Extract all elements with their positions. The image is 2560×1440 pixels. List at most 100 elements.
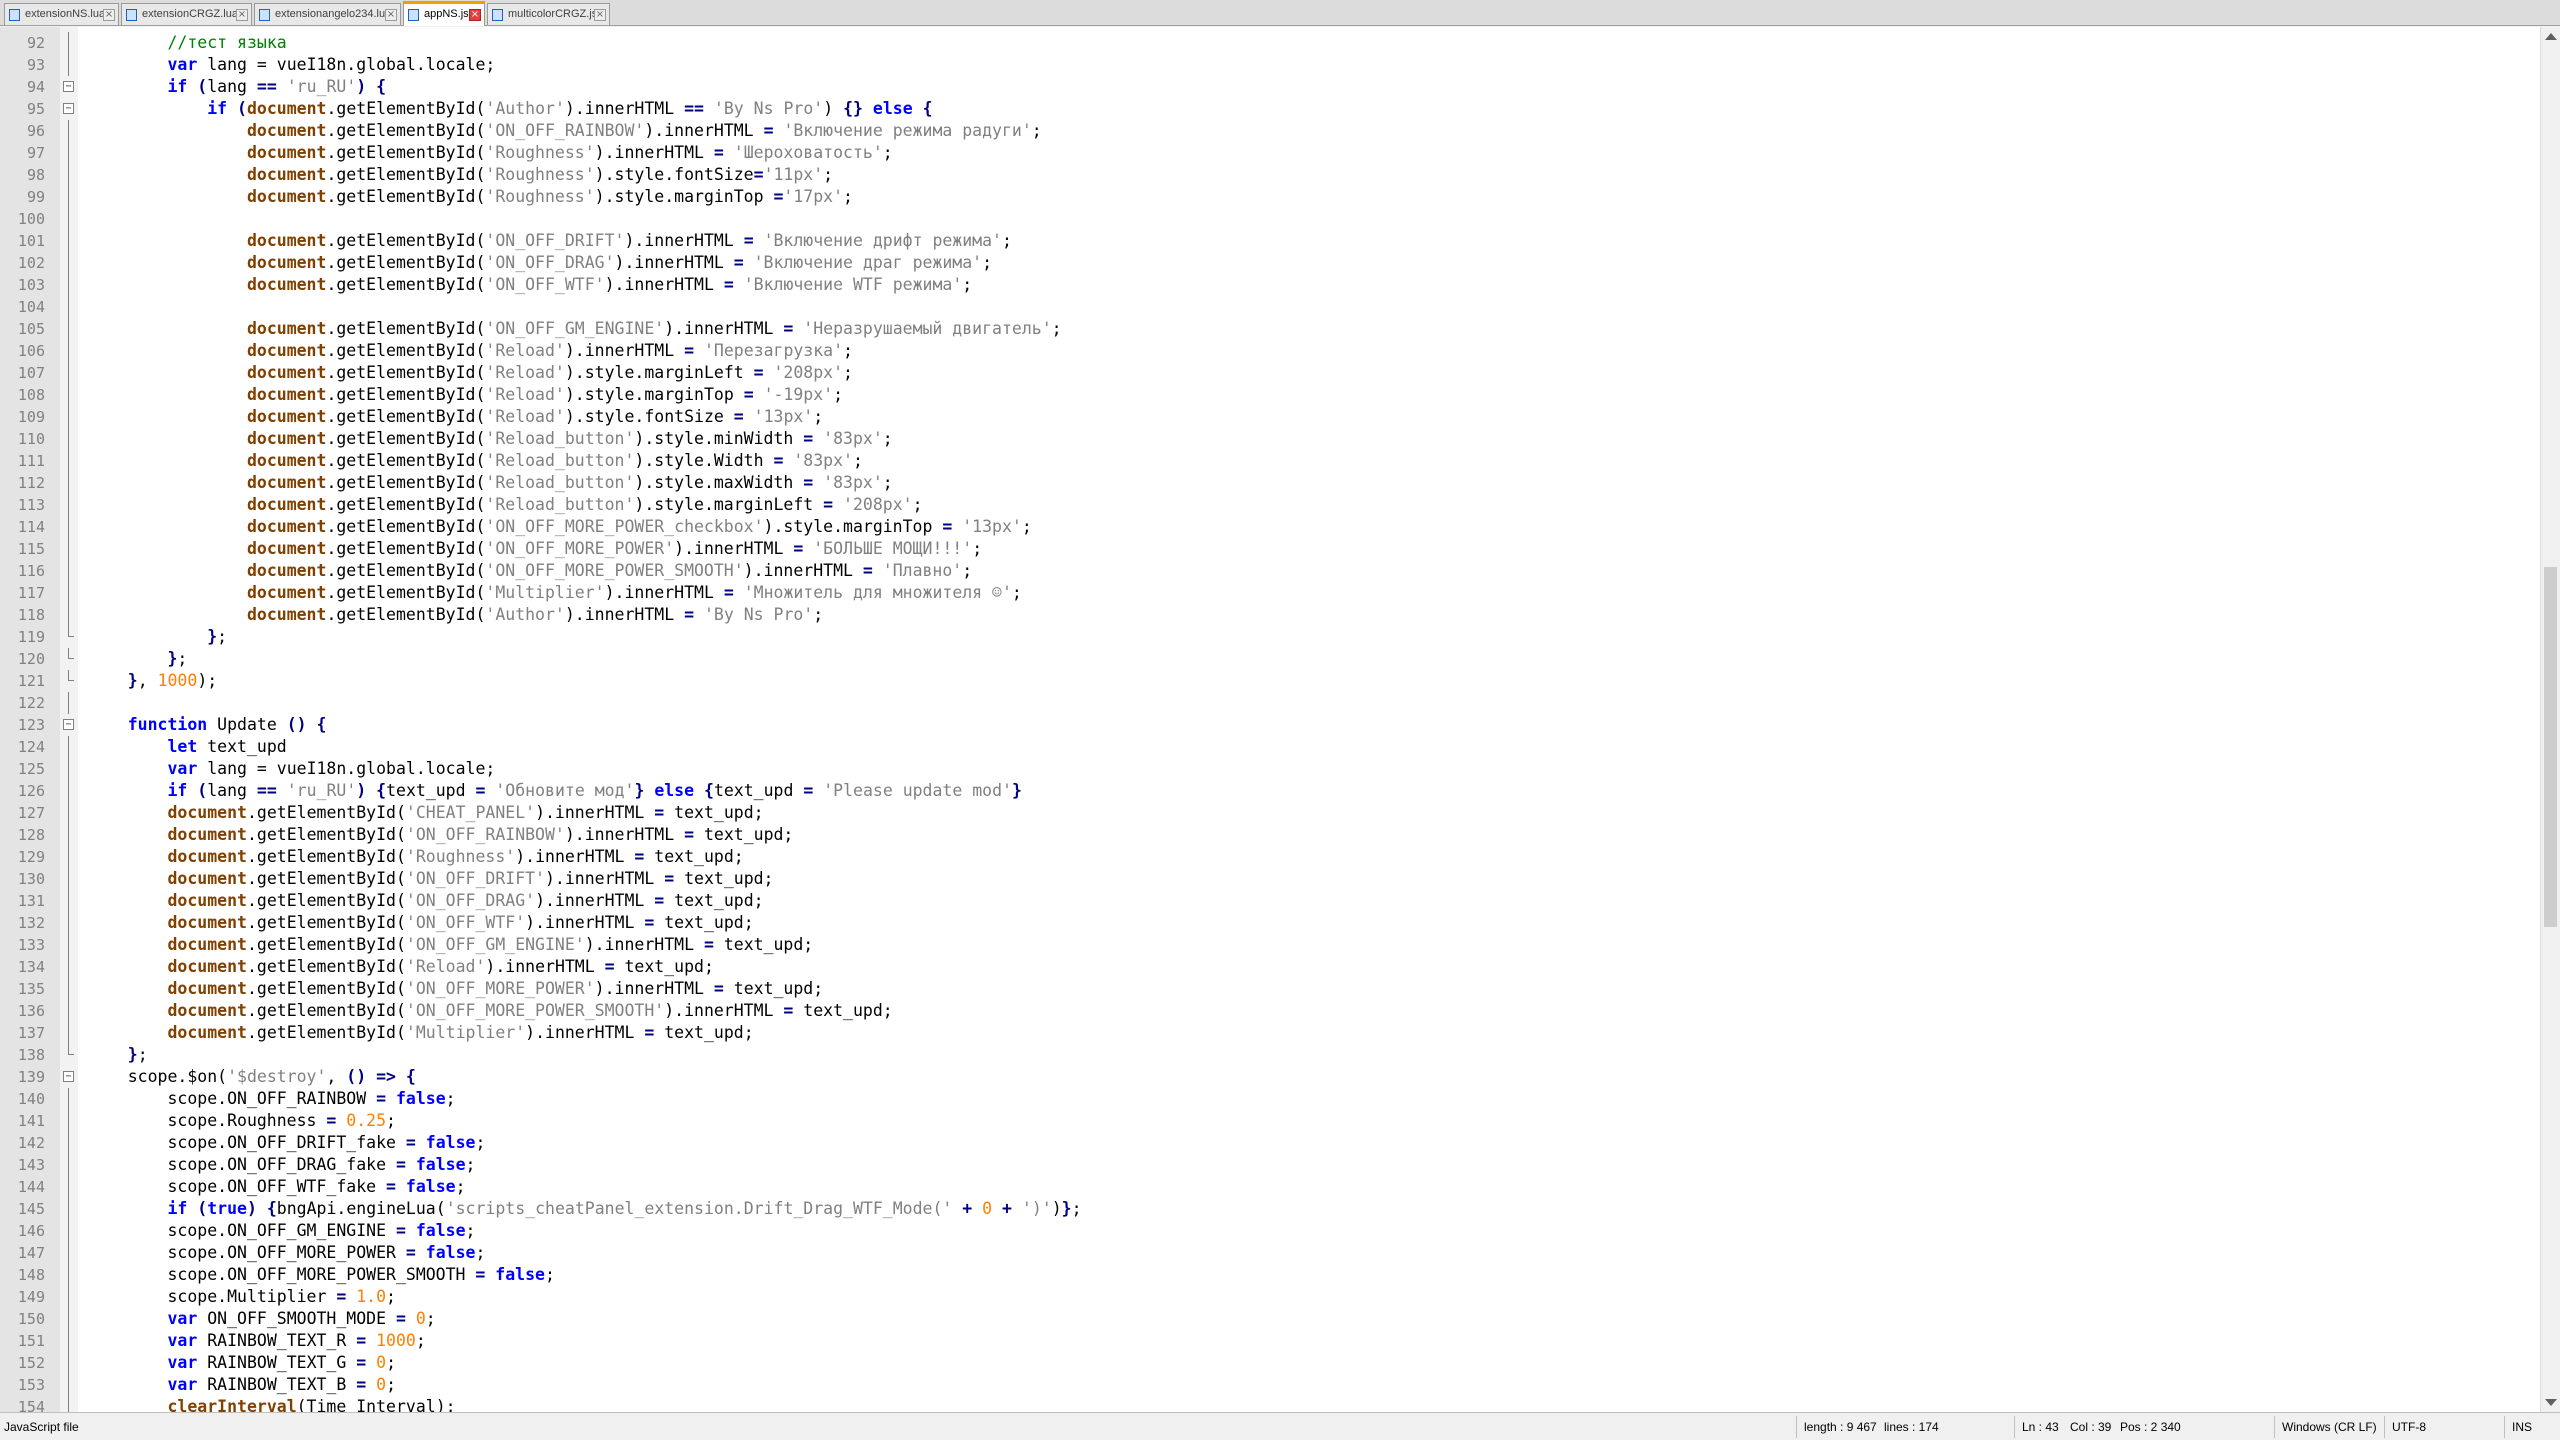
fold-line-marker <box>68 1132 69 1154</box>
code-token: ; <box>1071 1199 1082 1218</box>
code-line[interactable]: 123 − function Update () { <box>0 714 2540 736</box>
code-line[interactable]: 129 document.getElementById('Roughness')… <box>0 846 2540 868</box>
code-line[interactable]: 96 document.getElementById('ON_OFF_RAINB… <box>0 120 2540 142</box>
code-line[interactable]: 107 document.getElementById('Reload').st… <box>0 362 2540 384</box>
code-line[interactable]: 118 document.getElementById('Author').in… <box>0 604 2540 626</box>
tab-extensionangelo234-lua[interactable]: extensionangelo234.lua × <box>254 3 401 25</box>
line-number: 142 <box>17 1134 45 1152</box>
code-line[interactable]: 112 document.getElementById('Reload_butt… <box>0 472 2540 494</box>
code-line[interactable]: 102 document.getElementById('ON_OFF_DRAG… <box>0 252 2540 274</box>
scroll-down-icon[interactable] <box>2545 1399 2557 1406</box>
fold-toggle-icon[interactable]: − <box>63 81 74 92</box>
code-line[interactable]: 104 <box>0 296 2540 318</box>
close-icon[interactable]: × <box>236 9 248 21</box>
close-icon[interactable]: × <box>469 9 481 21</box>
code-line[interactable]: 101 document.getElementById('ON_OFF_DRIF… <box>0 230 2540 252</box>
code-line[interactable]: 92 //тест языка <box>0 32 2540 54</box>
fold-toggle-icon[interactable]: − <box>63 103 74 114</box>
code-line[interactable]: 145 if (true) {bngApi.engineLua('scripts… <box>0 1198 2540 1220</box>
code-line[interactable]: 134 document.getElementById('Reload').in… <box>0 956 2540 978</box>
scroll-up-icon[interactable] <box>2545 33 2557 40</box>
code-line[interactable]: 98 document.getElementById('Roughness').… <box>0 164 2540 186</box>
fold-toggle-icon[interactable]: − <box>63 719 74 730</box>
code-line[interactable]: 144 scope.ON_OFF_WTF_fake = false; <box>0 1176 2540 1198</box>
code-line[interactable]: 95 − if (document.getElementById('Author'… <box>0 98 2540 120</box>
code-token: .getElementById( <box>326 495 486 514</box>
code-line[interactable]: 142 scope.ON_OFF_DRIFT_fake = false; <box>0 1132 2540 1154</box>
code-line[interactable]: 151 var RAINBOW_TEXT_R = 1000; <box>0 1330 2540 1352</box>
tab-extensioncrgz-lua[interactable]: extensionCRGZ.lua × <box>121 3 252 25</box>
code-line[interactable]: 133 document.getElementById('ON_OFF_GM_E… <box>0 934 2540 956</box>
code-line[interactable]: 105 document.getElementById('ON_OFF_GM_E… <box>0 318 2540 340</box>
code-line[interactable]: 109 document.getElementById('Reload').st… <box>0 406 2540 428</box>
code-line[interactable]: 138 }; <box>0 1044 2540 1066</box>
code-line[interactable]: 146 scope.ON_OFF_GM_ENGINE = false; <box>0 1220 2540 1242</box>
code-line[interactable]: 143 scope.ON_OFF_DRAG_fake = false; <box>0 1154 2540 1176</box>
code-line[interactable]: 137 document.getElementById('Multiplier'… <box>0 1022 2540 1044</box>
code-text: document.getElementById('Author').innerH… <box>88 604 823 626</box>
code-line[interactable]: 113 document.getElementById('Reload_butt… <box>0 494 2540 516</box>
code-line[interactable]: 124 let text_upd <box>0 736 2540 758</box>
code-text: if (true) {bngApi.engineLua('scripts_che… <box>88 1198 1082 1220</box>
code-line[interactable]: 140 scope.ON_OFF_RAINBOW = false; <box>0 1088 2540 1110</box>
code-text: document.getElementById('Roughness').inn… <box>88 142 893 164</box>
code-line[interactable]: 110 document.getElementById('Reload_butt… <box>0 428 2540 450</box>
code-line[interactable]: 117 document.getElementById('Multiplier'… <box>0 582 2540 604</box>
code-line[interactable]: 126 if (lang == 'ru_RU') {text_upd = 'Об… <box>0 780 2540 802</box>
code-line[interactable]: 103 document.getElementById('ON_OFF_WTF'… <box>0 274 2540 296</box>
line-number: 116 <box>17 562 45 580</box>
code-line[interactable]: 130 document.getElementById('ON_OFF_DRIF… <box>0 868 2540 890</box>
code-token: document <box>246 407 327 426</box>
vertical-scrollbar[interactable] <box>2540 27 2560 1412</box>
code-editor[interactable]: 92 //тест языка 93 var lang = vueI18n.glo… <box>0 27 2540 1412</box>
code-token: ; <box>137 1045 148 1064</box>
code-line[interactable]: 147 scope.ON_OFF_MORE_POWER = false; <box>0 1242 2540 1264</box>
code-token: lang = vueI18n.global.locale; <box>197 759 496 778</box>
code-line[interactable]: 122 <box>0 692 2540 714</box>
code-line[interactable]: 93 var lang = vueI18n.global.locale; <box>0 54 2540 76</box>
code-line[interactable]: 136 document.getElementById('ON_OFF_MORE… <box>0 1000 2540 1022</box>
code-line[interactable]: 152 var RAINBOW_TEXT_G = 0; <box>0 1352 2540 1374</box>
code-line[interactable]: 111 document.getElementById('Reload_butt… <box>0 450 2540 472</box>
tab-multicolorcrgz-js[interactable]: multicolorCRGZ.js × <box>487 3 610 25</box>
code-line[interactable]: 153 var RAINBOW_TEXT_B = 0; <box>0 1374 2540 1396</box>
code-line[interactable]: 115 document.getElementById('ON_OFF_MORE… <box>0 538 2540 560</box>
code-line[interactable]: 131 document.getElementById('ON_OFF_DRAG… <box>0 890 2540 912</box>
code-line[interactable]: 114 document.getElementById('ON_OFF_MORE… <box>0 516 2540 538</box>
code-line[interactable]: 119 }; <box>0 626 2540 648</box>
code-token: ON_OFF_SMOOTH_MODE <box>197 1309 396 1328</box>
code-line[interactable]: 141 scope.Roughness = 0.25; <box>0 1110 2540 1132</box>
code-line[interactable]: 120 }; <box>0 648 2540 670</box>
code-line[interactable]: 108 document.getElementById('Reload').st… <box>0 384 2540 406</box>
code-token: '$destroy' <box>227 1067 327 1086</box>
code-line[interactable]: 154 clearInterval(Time_Interval); <box>0 1396 2540 1412</box>
code-line[interactable]: 99 document.getElementById('Roughness').… <box>0 186 2540 208</box>
status-lines: lines : 174 <box>1884 1420 1939 1434</box>
code-line[interactable]: 149 scope.Multiplier = 1.0; <box>0 1286 2540 1308</box>
code-line[interactable]: 148 scope.ON_OFF_MORE_POWER_SMOOTH = fal… <box>0 1264 2540 1286</box>
tab-extensionns-lua[interactable]: extensionNS.lua × <box>4 3 119 25</box>
code-text: document.getElementById('Reload_button')… <box>88 472 893 494</box>
close-icon[interactable]: × <box>594 9 606 21</box>
fold-toggle-icon[interactable]: − <box>63 1071 74 1082</box>
code-line[interactable]: 135 document.getElementById('ON_OFF_MORE… <box>0 978 2540 1000</box>
code-line[interactable]: 97 document.getElementById('Roughness').… <box>0 142 2540 164</box>
code-line[interactable]: 106 document.getElementById('Reload').in… <box>0 340 2540 362</box>
code-token: .getElementById( <box>326 363 486 382</box>
close-icon[interactable]: × <box>385 9 397 21</box>
code-token: ).innerHTML <box>564 825 685 844</box>
code-line[interactable]: 150 var ON_OFF_SMOOTH_MODE = 0; <box>0 1308 2540 1330</box>
tab-appns-js[interactable]: appNS.js × <box>403 1 485 26</box>
code-line[interactable]: 127 document.getElementById('CHEAT_PANEL… <box>0 802 2540 824</box>
code-line[interactable]: 121 }, 1000); <box>0 670 2540 692</box>
code-line[interactable]: 132 document.getElementById('ON_OFF_WTF'… <box>0 912 2540 934</box>
code-line[interactable]: 125 var lang = vueI18n.global.locale; <box>0 758 2540 780</box>
code-text: document.getElementById('Roughness').inn… <box>88 846 743 868</box>
code-line[interactable]: 100 <box>0 208 2540 230</box>
close-icon[interactable]: × <box>103 9 115 21</box>
code-line[interactable]: 128 document.getElementById('ON_OFF_RAIN… <box>0 824 2540 846</box>
code-line[interactable]: 94 − if (lang == 'ru_RU') { <box>0 76 2540 98</box>
code-line[interactable]: 116 document.getElementById('ON_OFF_MORE… <box>0 560 2540 582</box>
code-line[interactable]: 139 − scope.$on('$destroy', () => { <box>0 1066 2540 1088</box>
scrollbar-thumb[interactable] <box>2544 567 2557 927</box>
